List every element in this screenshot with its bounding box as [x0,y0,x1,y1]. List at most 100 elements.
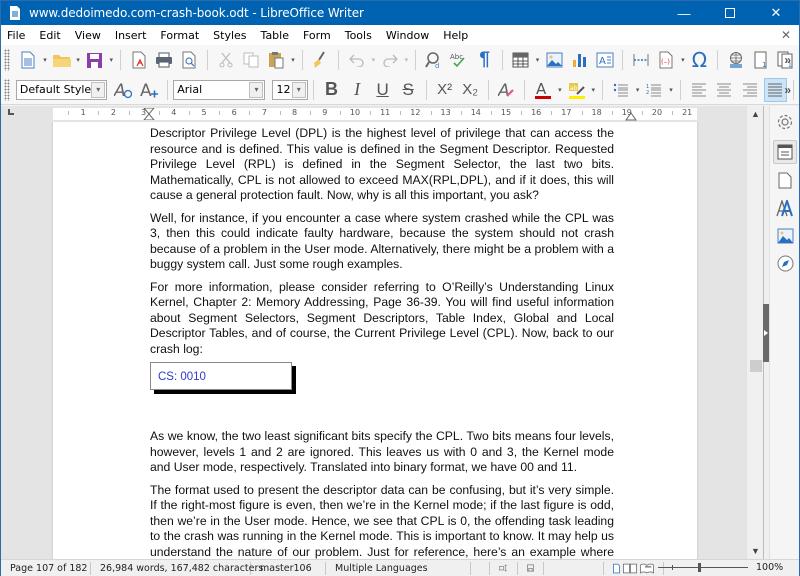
menu-insert[interactable]: Insert [108,29,154,42]
print-preview-button[interactable] [178,48,201,72]
zoom-slider-knob[interactable] [698,563,701,572]
menu-table[interactable]: Table [254,29,296,42]
new-dropdown[interactable]: ▾ [41,56,49,64]
sidebar-gallery-button[interactable] [773,224,797,248]
close-button[interactable]: ✕ [753,1,799,25]
sidebar-settings-button[interactable] [773,110,797,134]
zoom-out-button[interactable]: − [644,562,652,573]
maximize-button[interactable] [707,1,753,25]
language-status[interactable]: Multiple Languages [326,561,471,575]
more-formatting-tools-button[interactable]: » [784,83,791,97]
align-right-button[interactable] [738,78,762,102]
export-pdf-button[interactable] [127,48,150,72]
chevron-down-icon[interactable]: ▾ [291,81,306,98]
clear-formatting-button[interactable]: A [495,78,519,102]
clone-formatting-button[interactable] [309,48,332,72]
scrollbar-thumb[interactable] [750,360,762,372]
find-replace-button[interactable]: d [422,48,445,72]
toolbar-grip[interactable] [4,78,10,101]
menu-styles[interactable]: Styles [206,29,253,42]
menu-window[interactable]: Window [379,29,436,42]
paste-button[interactable] [265,48,288,72]
formatting-marks-button[interactable]: ¶ [473,48,496,72]
paragraph[interactable]: For more information, please consider re… [150,280,614,358]
insert-field-button[interactable]: (–) [655,48,678,72]
undo-button[interactable] [345,48,368,72]
menu-file[interactable]: File [1,29,32,42]
open-button[interactable] [50,48,73,72]
align-center-button[interactable] [712,78,736,102]
font-name-select[interactable]: Arial ▾ [173,79,266,100]
word-count-status[interactable]: 26,984 words, 167,482 characters [91,561,263,575]
paragraph[interactable]: The format used to present the descripto… [150,483,614,560]
horizontal-ruler[interactable]: 1 2 3 4 5 6 7 8 9 10 11 12 13 14 15 16 17 18 19 20 21 [53,108,697,121]
bullet-list-button[interactable] [609,78,633,102]
field-dropdown[interactable]: ▾ [679,56,687,64]
open-dropdown[interactable]: ▾ [74,56,82,64]
cut-button[interactable] [214,48,237,72]
single-page-view-icon[interactable] [613,563,620,574]
more-standard-tools-button[interactable]: » [784,53,791,67]
paragraph[interactable]: As we know, the two least significant bi… [150,429,614,476]
insert-chart-button[interactable] [568,48,591,72]
page-number-status[interactable]: Page 107 of 182 [1,561,91,575]
save-button[interactable] [83,48,106,72]
document-modified-status[interactable] [518,561,544,575]
zoom-percent[interactable]: 100% [756,562,783,573]
text-body-bottom[interactable]: As we know, the two least significant bi… [150,429,614,559]
chevron-down-icon[interactable]: ▾ [91,81,106,98]
insert-table-button[interactable] [509,48,532,72]
insert-page-break-button[interactable] [629,48,652,72]
redo-dropdown[interactable]: ▾ [403,56,411,64]
zoom-slider[interactable]: − [644,562,748,573]
new-style-button[interactable]: A [138,78,162,102]
align-left-button[interactable] [687,78,711,102]
menu-form[interactable]: Form [296,29,338,42]
numbered-list-button[interactable]: 12 [643,78,667,102]
chevron-down-icon[interactable]: ▾ [249,81,264,98]
highlight-dropdown[interactable]: ▾ [589,86,597,94]
sidebar-styles-button[interactable] [773,196,797,220]
paragraph-style-select[interactable]: Default Style ▾ [15,79,108,100]
insert-textbox-button[interactable]: A [593,48,616,72]
new-document-button[interactable] [17,48,40,72]
multi-page-view-icon[interactable] [623,563,637,574]
numbered-list-dropdown[interactable]: ▾ [667,86,675,94]
footnote-button[interactable]: 1 [749,48,772,72]
undo-dropdown[interactable]: ▾ [369,56,377,64]
text-body-top[interactable]: Descriptor Privilege Level (DPL) is the … [150,126,614,364]
sidebar-page-button[interactable] [773,168,797,192]
code-textbox[interactable]: CS: 0010 [150,362,292,390]
close-document-button[interactable]: ✕ [781,28,791,42]
page-style-status[interactable]: master106 [251,561,326,575]
vertical-scrollbar[interactable]: ▲ ▼ [746,106,763,559]
minimize-button[interactable]: — [661,1,707,25]
scroll-down-button[interactable]: ▼ [747,543,764,559]
sidebar-properties-button[interactable] [773,140,797,164]
menu-format[interactable]: Format [153,29,206,42]
menu-help[interactable]: Help [436,29,475,42]
paragraph[interactable]: Well, for instance, if you encounter a c… [150,211,614,273]
font-color-dropdown[interactable]: ▾ [556,86,564,94]
insert-image-button[interactable] [542,48,565,72]
bold-button[interactable]: B [320,78,344,102]
scroll-up-button[interactable]: ▲ [747,106,764,122]
toolbar-grip[interactable] [4,49,10,71]
paragraph[interactable]: Descriptor Privilege Level (DPL) is the … [150,126,614,204]
copy-button[interactable] [239,48,262,72]
sidebar-navigator-button[interactable] [773,251,797,275]
document-page[interactable]: Descriptor Privilege Level (DPL) is the … [53,122,697,559]
strikethrough-button[interactable]: S [396,78,420,102]
tab-stop-type-button[interactable] [8,109,14,115]
menu-tools[interactable]: Tools [338,29,379,42]
underline-button[interactable]: U [371,78,395,102]
hyperlink-button[interactable] [724,48,747,72]
special-character-button[interactable]: Ω [688,48,711,72]
save-dropdown[interactable]: ▾ [107,56,115,64]
spelling-button[interactable]: Abc [448,48,471,72]
menu-view[interactable]: View [68,29,108,42]
selection-mode-status[interactable] [490,561,518,575]
print-button[interactable] [152,48,175,72]
menu-edit[interactable]: Edit [32,29,67,42]
superscript-button[interactable]: X² [433,78,457,102]
